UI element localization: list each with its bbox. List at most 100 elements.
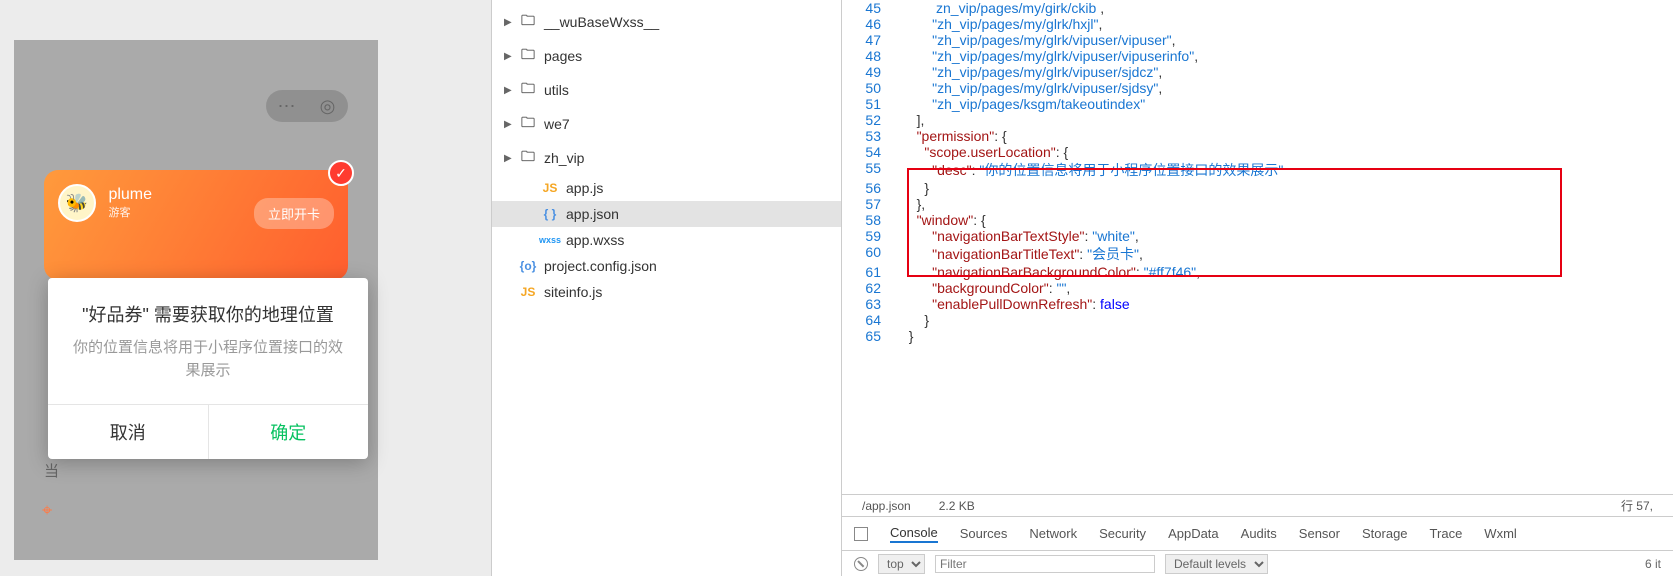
- devtools-tab[interactable]: Audits: [1241, 526, 1277, 541]
- code-line[interactable]: 61 "navigationBarBackgroundColor": "#ff7…: [842, 264, 1673, 280]
- levels-select[interactable]: Default levels: [1165, 554, 1268, 574]
- file-node[interactable]: ▶🗀we7: [492, 107, 841, 141]
- devtools-tab[interactable]: Wxml: [1484, 526, 1517, 541]
- file-node[interactable]: wxss app.wxss: [492, 227, 841, 253]
- line-number: 53: [842, 128, 897, 144]
- open-card-button[interactable]: 立即开卡: [254, 198, 334, 229]
- json-icon: {o}: [518, 259, 538, 273]
- console-toolbar[interactable]: top Default levels 6 it: [842, 550, 1673, 576]
- code-line[interactable]: 64 }: [842, 312, 1673, 328]
- expand-arrow-icon[interactable]: ▶: [504, 17, 514, 28]
- devtools-tab[interactable]: Network: [1029, 526, 1077, 541]
- line-content: "desc": "你的位置信息将用于小程序位置接口的效果展示": [897, 160, 1673, 180]
- line-content: }: [897, 180, 1673, 196]
- file-name: app.js: [566, 180, 603, 196]
- file-node[interactable]: ▶🗀zh_vip: [492, 141, 841, 175]
- code-line[interactable]: 59 "navigationBarTextStyle": "white",: [842, 228, 1673, 244]
- wxss-icon: wxss: [540, 235, 560, 245]
- devtools-tab[interactable]: Sensor: [1299, 526, 1340, 541]
- file-name: project.config.json: [544, 258, 657, 274]
- code-line[interactable]: 56 }: [842, 180, 1673, 196]
- code-line[interactable]: 65 }: [842, 328, 1673, 344]
- line-number: 56: [842, 180, 897, 196]
- devtools-tab[interactable]: Console: [890, 525, 938, 543]
- context-select[interactable]: top: [878, 554, 925, 574]
- permission-dialog: "好品券" 需要获取你的地理位置 你的位置信息将用于小程序位置接口的效果展示 取…: [48, 278, 368, 459]
- file-name: pages: [544, 48, 582, 64]
- line-content: "zh_vip/pages/my/glrk/vipuser/sjdcz",: [897, 64, 1673, 80]
- code-area[interactable]: 45 zn_vip/pages/my/girk/ckib ,46 "zh_vip…: [842, 0, 1673, 494]
- expand-arrow-icon[interactable]: ▶: [504, 85, 514, 96]
- inspect-icon[interactable]: [854, 527, 868, 541]
- line-content: "zh_vip/pages/my/glrk/vipuser/vipuser",: [897, 32, 1673, 48]
- code-line[interactable]: 60 "navigationBarTitleText": "会员卡",: [842, 244, 1673, 264]
- file-node[interactable]: ▶🗀utils: [492, 73, 841, 107]
- devtools-tab[interactable]: Trace: [1430, 526, 1463, 541]
- menu-icon[interactable]: ⋯: [266, 90, 307, 122]
- expand-arrow-icon[interactable]: ▶: [504, 119, 514, 130]
- line-content: "zh_vip/pages/ksgm/takeoutindex": [897, 96, 1673, 112]
- line-number: 55: [842, 160, 897, 180]
- devtools-tab[interactable]: Storage: [1362, 526, 1408, 541]
- code-line[interactable]: 55 "desc": "你的位置信息将用于小程序位置接口的效果展示": [842, 160, 1673, 180]
- line-number: 59: [842, 228, 897, 244]
- file-node[interactable]: { }app.json: [492, 201, 841, 227]
- code-line[interactable]: 58 "window": {: [842, 212, 1673, 228]
- file-explorer[interactable]: ▶🗀__wuBaseWxss__▶🗀pages▶🗀utils▶🗀we7▶🗀zh_…: [492, 0, 842, 576]
- location-pin-icon: ⌖: [42, 500, 52, 521]
- membership-card: ✓ 🐝 plume 游客 立即开卡: [44, 170, 348, 280]
- clear-console-icon[interactable]: [854, 557, 868, 571]
- expand-arrow-icon[interactable]: ▶: [504, 51, 514, 62]
- target-icon[interactable]: ◎: [307, 90, 348, 122]
- devtools-tab[interactable]: Sources: [960, 526, 1008, 541]
- line-content: "scope.userLocation": {: [897, 144, 1673, 160]
- code-line[interactable]: 49 "zh_vip/pages/my/glrk/vipuser/sjdcz",: [842, 64, 1673, 80]
- code-line[interactable]: 46 "zh_vip/pages/my/glrk/hxjl",: [842, 16, 1673, 32]
- file-size: 2.2 KB: [939, 499, 975, 513]
- code-line[interactable]: 54 "scope.userLocation": {: [842, 144, 1673, 160]
- ok-button[interactable]: 确定: [209, 405, 369, 459]
- file-node[interactable]: ▶🗀pages: [492, 39, 841, 73]
- devtools-tab[interactable]: AppData: [1168, 526, 1219, 541]
- expand-arrow-icon[interactable]: ▶: [504, 153, 514, 164]
- code-line[interactable]: 62 "backgroundColor": "",: [842, 280, 1673, 296]
- line-content: ],: [897, 112, 1673, 128]
- cancel-button[interactable]: 取消: [48, 405, 209, 459]
- code-line[interactable]: 57 },: [842, 196, 1673, 212]
- line-number: 45: [842, 0, 897, 16]
- line-content: "navigationBarBackgroundColor": "#ff7f46…: [897, 264, 1673, 280]
- filter-input[interactable]: [935, 555, 1155, 573]
- line-number: 60: [842, 244, 897, 264]
- devtools-tab[interactable]: Security: [1099, 526, 1146, 541]
- file-name: utils: [544, 82, 569, 98]
- file-name: zh_vip: [544, 150, 584, 166]
- file-name: app.wxss: [566, 232, 624, 248]
- file-name: siteinfo.js: [544, 284, 602, 300]
- code-line[interactable]: 53 "permission": {: [842, 128, 1673, 144]
- file-node[interactable]: ▶🗀__wuBaseWxss__: [492, 5, 841, 39]
- code-line[interactable]: 47 "zh_vip/pages/my/glrk/vipuser/vipuser…: [842, 32, 1673, 48]
- code-line[interactable]: 48 "zh_vip/pages/my/glrk/vipuser/vipuser…: [842, 48, 1673, 64]
- line-number: 57: [842, 196, 897, 212]
- avatar: 🐝: [58, 184, 96, 222]
- line-number: 63: [842, 296, 897, 312]
- left-cut-label: 当: [44, 460, 59, 481]
- line-content: zn_vip/pages/my/girk/ckib ,: [897, 0, 1673, 16]
- code-line[interactable]: 50 "zh_vip/pages/my/glrk/vipuser/sjdsy",: [842, 80, 1673, 96]
- line-number: 61: [842, 264, 897, 280]
- code-line[interactable]: 45 zn_vip/pages/my/girk/ckib ,: [842, 0, 1673, 16]
- line-content: },: [897, 196, 1673, 212]
- code-line[interactable]: 51 "zh_vip/pages/ksgm/takeoutindex": [842, 96, 1673, 112]
- devtools-tabs[interactable]: Console Sources Network Security AppData Audi…: [842, 516, 1673, 550]
- file-node[interactable]: JSsiteinfo.js: [492, 279, 841, 305]
- device-preview: ⋯ ◎ ✓ 🐝 plume 游客 立即开卡 当 ⌖ "好品券" 需要获取你的地理…: [0, 0, 492, 576]
- file-node[interactable]: {o} project.config.json: [492, 253, 841, 279]
- line-content: }: [897, 328, 1673, 344]
- line-content: "permission": {: [897, 128, 1673, 144]
- code-line[interactable]: 63 "enablePullDownRefresh": false: [842, 296, 1673, 312]
- dialog-title: "好品券" 需要获取你的地理位置: [48, 278, 368, 337]
- capsule-buttons[interactable]: ⋯ ◎: [266, 90, 348, 122]
- file-path: /app.json: [862, 499, 911, 513]
- code-line[interactable]: 52 ],: [842, 112, 1673, 128]
- file-node[interactable]: JSapp.js: [492, 175, 841, 201]
